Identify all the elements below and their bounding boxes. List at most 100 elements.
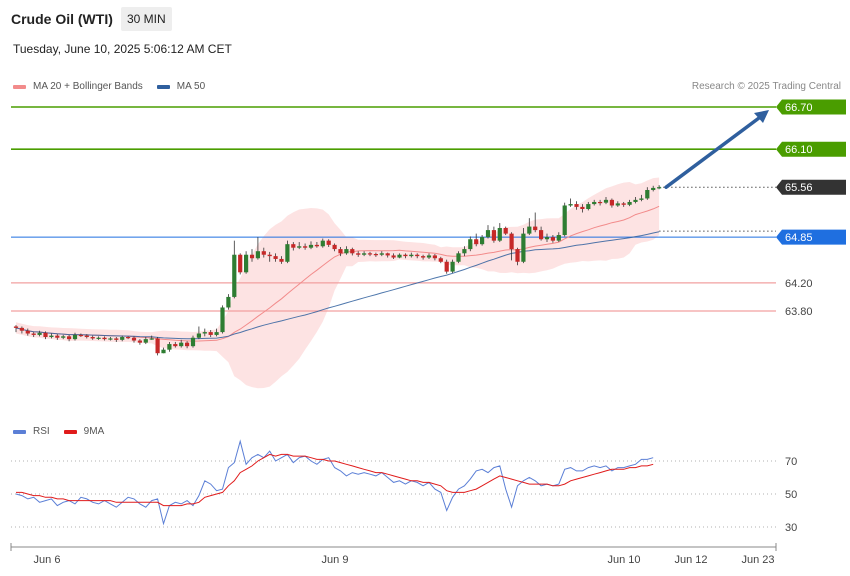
rsi-panel: 30 50 70 [11,439,797,534]
candle-body [421,256,426,258]
candle-body [261,251,266,255]
candle-body [55,335,60,338]
candle-body [468,239,473,250]
candle-body [627,201,632,205]
candle-body [108,338,113,340]
candle-body [179,342,184,347]
x-tick-label: Jun 10 [607,554,640,566]
candle-body [155,338,160,354]
candle-body [114,338,119,340]
candle-body [356,253,361,255]
candle-body [426,255,432,258]
candle-body [208,332,213,335]
candle-body [190,337,196,347]
candle-body [25,330,30,334]
price-levels [11,106,776,312]
candle-body [90,337,95,339]
candle-body [550,237,555,241]
candle [468,236,473,252]
rsi-line [15,439,654,526]
candle-body [43,332,48,338]
candle-body [509,233,514,250]
candle-body [273,256,278,259]
candle-body [456,253,461,262]
candle [485,225,491,239]
candle [444,259,449,274]
candle-body [232,254,237,297]
forecast-arrow-shaft [664,113,765,189]
candle [155,337,160,356]
candle-body [367,253,373,255]
candle-body [592,201,597,205]
candle-body [621,203,626,205]
candle-body [285,244,290,262]
candle [244,251,249,274]
candle-body [539,230,544,240]
candle-body [450,261,455,272]
candle-body [491,230,496,241]
candle-body [267,254,272,257]
candle-body [444,261,449,272]
candle-body [568,204,573,206]
level-label-66-70: 66.70 [785,102,813,114]
candle-body [503,227,508,234]
candle-body [143,339,148,343]
candle-body [409,254,414,257]
candle-body [474,239,479,245]
candle-body [603,199,609,203]
candle-body [19,327,24,331]
candle-body [385,253,390,256]
candle-body [220,307,225,333]
candle-body [480,237,485,245]
candle-body [214,332,219,335]
candle [562,202,567,237]
candle-body [126,337,131,339]
rsi-9ma-line [16,453,654,507]
x-axis: Jun 6 Jun 9 Jun 10 Jun 12 Jun 23 [10,543,777,566]
chart-canvas: 66.70 66.10 65.56 64.85 64.20 63.80 30 50 70 Ju… [10,99,846,566]
candle-body [462,249,467,254]
candle-body [609,199,614,206]
candle-body [586,204,591,209]
candle-body [574,204,579,207]
candle [226,294,231,310]
candle-body [580,206,585,209]
price-level-labels: 66.70 66.10 65.56 64.85 64.20 63.80 [776,99,846,318]
level-label-63-80: 63.80 [785,306,813,318]
candle-body [226,296,231,308]
candle [491,226,496,243]
candle-body [161,349,166,354]
candle [220,305,225,334]
candle-body [438,258,443,262]
candle-body [72,334,78,340]
candle-body [314,244,319,247]
candle-body [291,244,296,248]
candle-body [639,198,644,200]
candle-body [102,337,107,340]
candle-body [84,335,89,338]
candle [568,198,573,207]
candle-body [120,337,125,340]
candle-body [320,240,325,247]
candle-body [373,254,378,256]
candle [497,223,502,243]
candle-body [37,332,42,335]
candle-body [497,227,502,241]
candle-body [338,249,343,254]
candle-body [521,233,526,262]
candle-body [645,190,650,199]
candle-body [137,340,142,343]
candle-body [332,244,337,250]
candle-body [196,333,201,338]
candle-body [279,258,284,262]
candle-body [96,337,101,339]
candle-body [556,235,561,241]
candle-body [379,253,384,255]
x-tick-label: Jun 23 [741,554,774,566]
x-tick-label: Jun 12 [674,554,707,566]
candle-body [13,326,19,328]
rsi-tick-label-70: 70 [785,456,797,468]
candle-body [238,254,243,273]
candle-body [657,187,662,189]
candle-body [244,254,249,273]
